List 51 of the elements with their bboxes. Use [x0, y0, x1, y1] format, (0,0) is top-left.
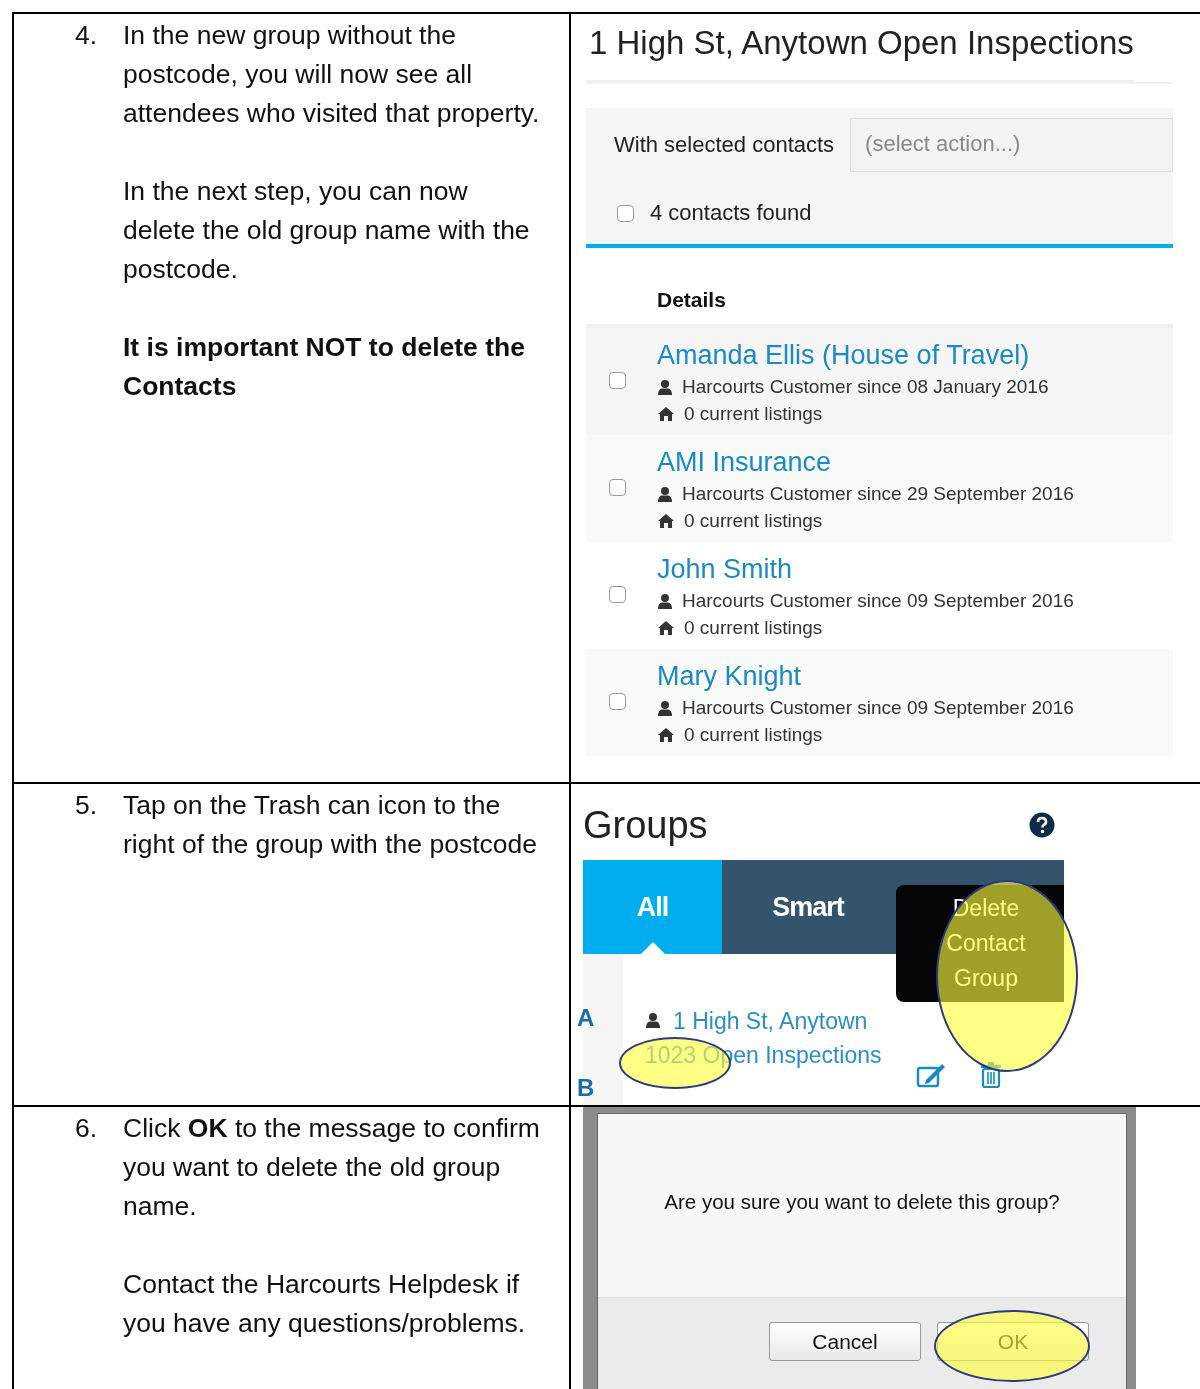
step-number: 4. [75, 19, 98, 52]
tab[interactable]: All [583, 860, 722, 954]
customer-since: Harcourts Customer since 09 September 2016 [682, 697, 1074, 719]
contacts-count: 4 contacts found [650, 200, 812, 226]
person-icon [657, 593, 673, 609]
checkbox[interactable] [609, 479, 626, 496]
person-icon [645, 1012, 661, 1030]
instruction-text: It is important NOT to delete the Contacts [123, 331, 526, 403]
person-icon [657, 379, 673, 395]
person-icon [657, 486, 673, 502]
instruction-text: In the next step, you can now delete the old group name with the postcode. [123, 175, 531, 286]
checkbox[interactable] [617, 204, 634, 222]
customer-since: Harcourts Customer since 29 September 2016 [682, 483, 1074, 505]
step-number: 5. [75, 789, 98, 822]
page-title: 1 High St, Anytown Open Inspections [586, 22, 1134, 82]
checkbox[interactable] [609, 586, 626, 603]
listings-count: 0 current listings [684, 403, 823, 425]
contact-link[interactable]: Mary Knight [657, 661, 802, 692]
customer-since: Harcourts Customer since 09 September 2016 [682, 590, 1074, 612]
page-title: Groups [583, 803, 708, 847]
customer-since: Harcourts Customer since 08 January 2016 [682, 376, 1049, 398]
instruction-text: Contact the Harcourts Helpdesk if you have any questions/problems. [123, 1268, 527, 1340]
house-icon [657, 620, 675, 636]
checkbox[interactable] [609, 693, 626, 710]
contact-link[interactable]: Amanda Ellis (House of Travel) [657, 340, 1030, 371]
group-link[interactable]: 1 High St, Anytown [673, 1004, 868, 1038]
house-icon [657, 513, 675, 529]
listings-count: 0 current listings [684, 510, 823, 532]
action-select[interactable]: (select action...) [850, 118, 1173, 172]
instruction-text: Click OK to the message to confirm you want to delete the old group name. [123, 1112, 541, 1223]
checkbox[interactable] [609, 372, 626, 389]
listings-count: 0 current listings [684, 617, 823, 639]
dialog-message: Are you sure you want to delete this group? [664, 1189, 1060, 1214]
house-icon [657, 406, 675, 422]
house-icon [657, 727, 675, 743]
step-number: 6. [75, 1112, 98, 1145]
index-letter[interactable]: B [577, 1074, 595, 1102]
index-letter[interactable]: A [577, 1004, 595, 1032]
contact-link[interactable]: John Smith [657, 554, 793, 585]
tab[interactable]: Smart [722, 860, 894, 954]
edit-icon [915, 1062, 946, 1088]
contact-link[interactable]: AMI Insurance [657, 447, 832, 478]
instruction-text: Tap on the Trash can icon to the right of the group with the postcode [123, 789, 538, 861]
trash-icon [979, 1062, 1002, 1088]
help-icon [1029, 812, 1055, 838]
listings-count: 0 current listings [684, 724, 823, 746]
action-label: With selected contacts [614, 132, 835, 158]
dialog-button[interactable]: OK [937, 1322, 1089, 1361]
dialog-button[interactable]: Cancel [769, 1322, 921, 1361]
person-icon [657, 700, 673, 716]
instruction-text: In the new group without the postcode, you will now see all attendees who visited that property. [123, 19, 541, 130]
